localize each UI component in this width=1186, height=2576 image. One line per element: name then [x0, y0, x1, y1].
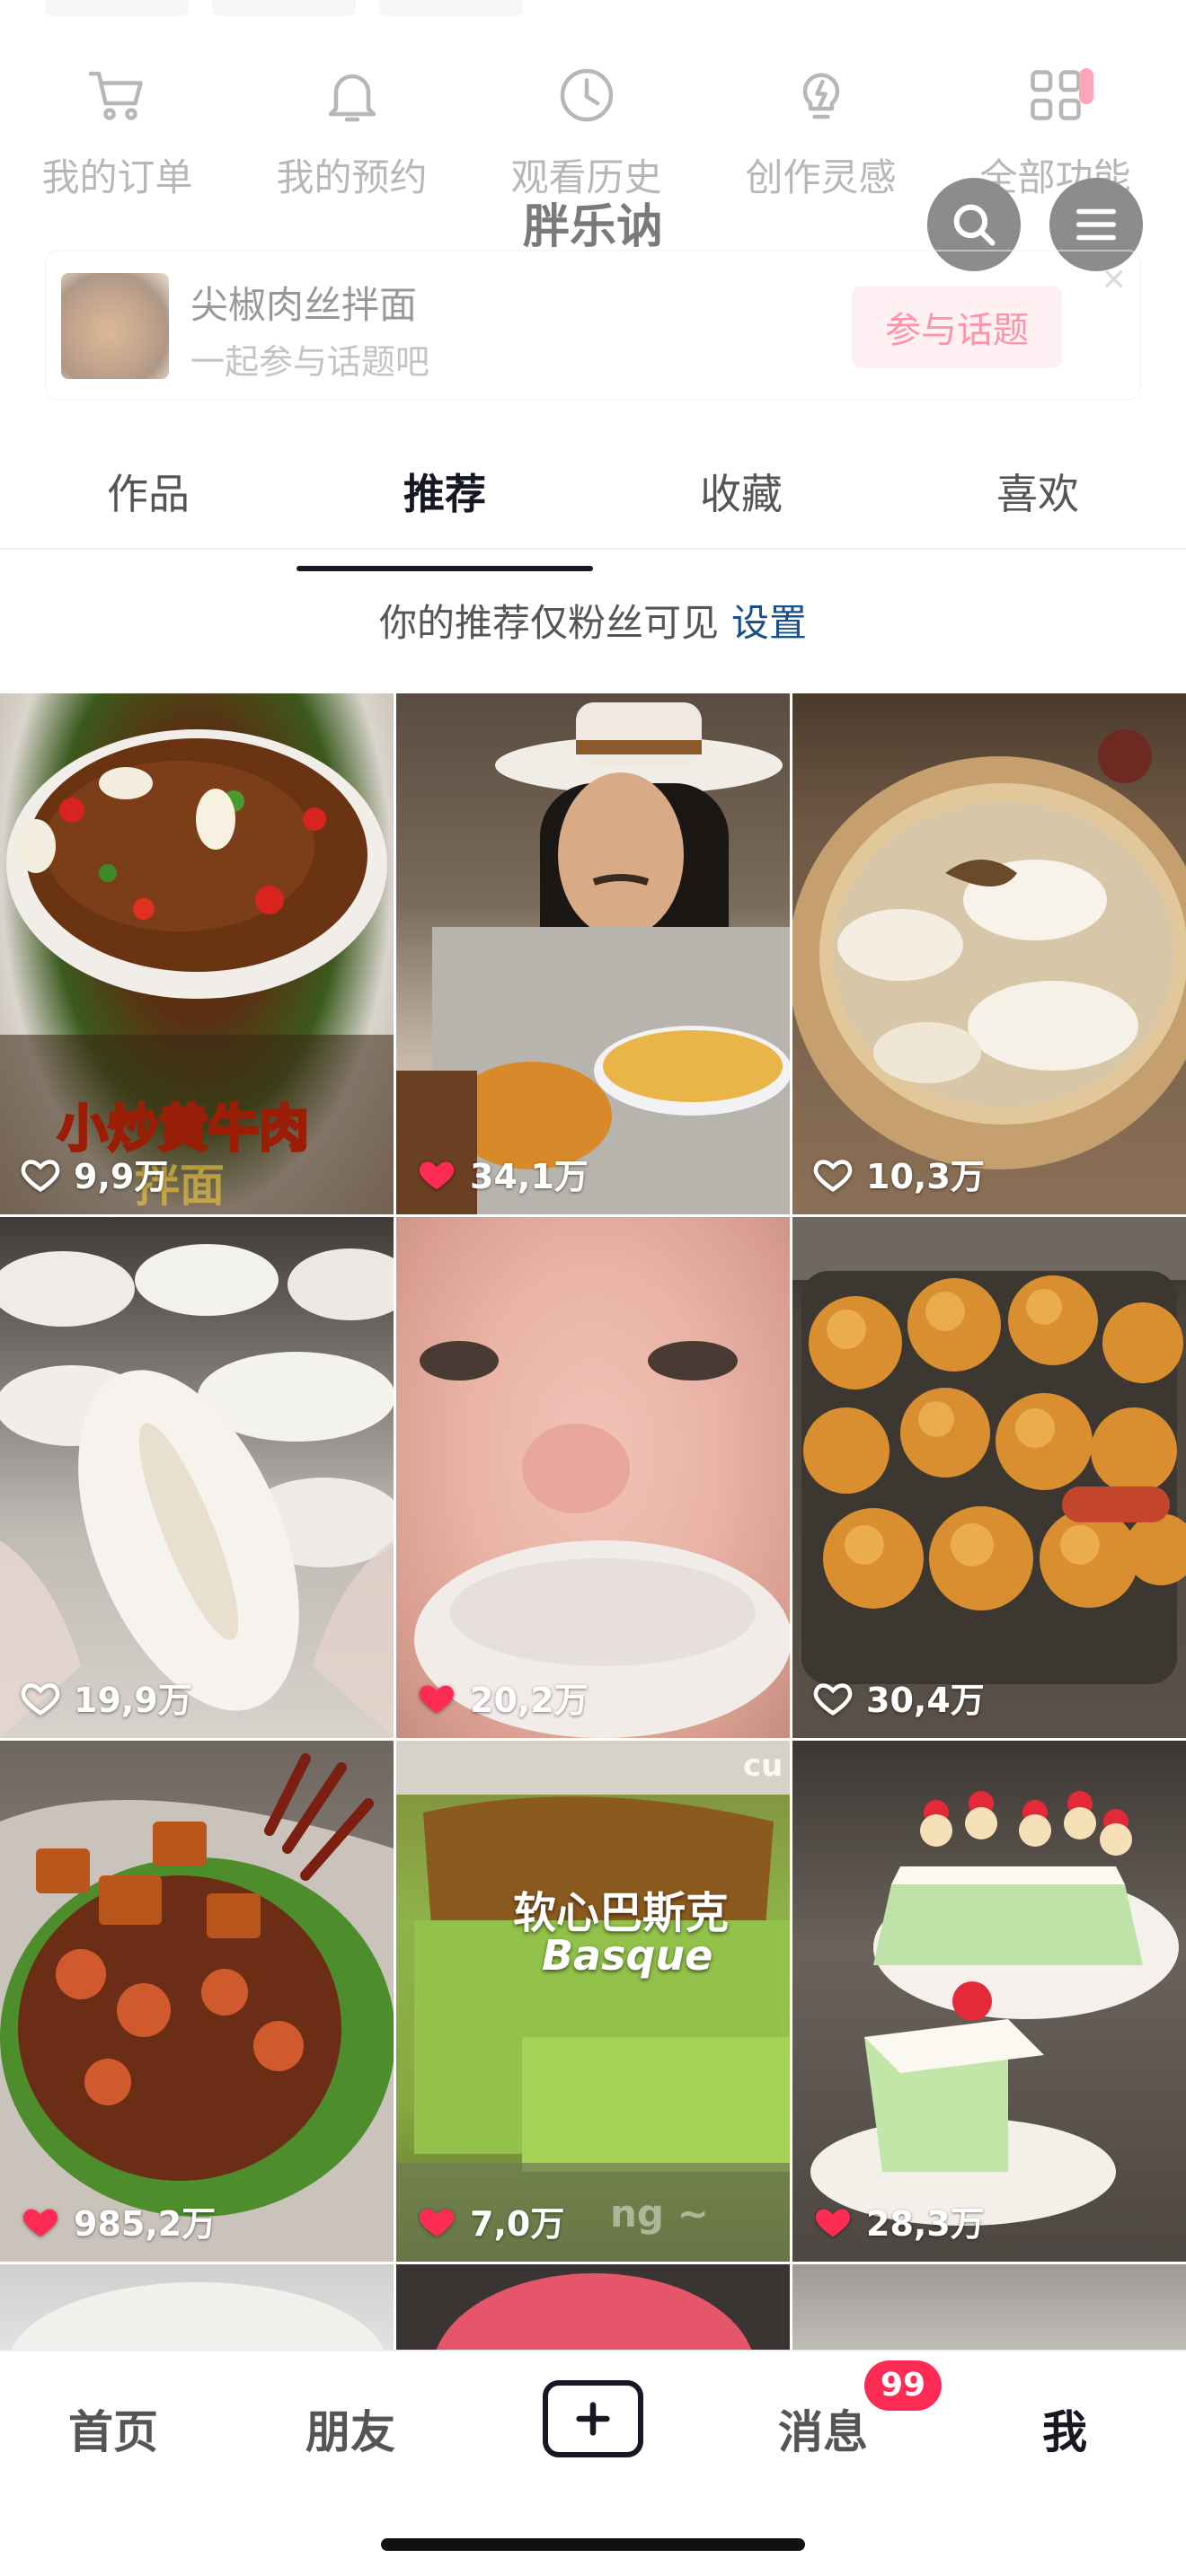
video-overlay-subtitle: Basque — [542, 1931, 713, 1980]
quick-action-reservations[interactable]: 我的预约 — [235, 63, 469, 202]
like-count: 20,2万 — [470, 1681, 589, 1720]
lightbulb-icon — [802, 73, 839, 119]
video-thumbnail — [792, 729, 1186, 1169]
home-indicator — [381, 2538, 805, 2551]
tab-recommend[interactable]: 推荐 — [296, 462, 593, 571]
heart-filled-icon — [419, 1161, 455, 1189]
create-post-button[interactable] — [543, 2380, 643, 2457]
like-count-badge: 30,4万 — [812, 1672, 985, 1722]
like-count-badge: 19,9万 — [20, 1672, 192, 1722]
search-icon — [953, 204, 996, 246]
quick-action-inspiration[interactable]: 创作灵感 — [704, 63, 938, 202]
like-count: 985,2万 — [74, 2204, 217, 2244]
video-thumbnail — [396, 1741, 790, 2262]
like-count: 34,1万 — [470, 1157, 589, 1196]
clock-icon — [560, 68, 613, 122]
like-count-badge: 985,2万 — [20, 2196, 216, 2245]
video-tile[interactable]: 小炒黄牛肉 拌面 9,9万 — [0, 693, 394, 1214]
quick-action-history[interactable]: 观看历史 — [469, 63, 704, 202]
topic-subtitle: 一起参与话题吧 — [190, 342, 430, 382]
video-thumbnail — [0, 1753, 394, 2262]
topic-thumbnail — [61, 273, 169, 379]
heart-filled-icon — [815, 2209, 851, 2236]
notification-dot — [1079, 68, 1093, 104]
plus-icon — [576, 2402, 610, 2436]
heart-outline-icon — [813, 1682, 853, 1716]
heart-outline-icon — [21, 1159, 60, 1192]
like-count: 19,9万 — [74, 1681, 192, 1720]
video-tile[interactable]: 28,3万 — [792, 1741, 1186, 2262]
like-count: 10,3万 — [866, 1157, 985, 1196]
grid-icon — [1030, 70, 1081, 120]
cart-icon — [88, 71, 143, 120]
video-tile[interactable]: 软心巴斯克 Basque ng ~ cu 7,0万 — [396, 1741, 790, 2262]
nav-me[interactable]: 我 — [1042, 2396, 1087, 2461]
profile-tabs: 作品 推荐 收藏 喜欢 — [0, 462, 1186, 571]
video-tile[interactable]: 34,1万 — [396, 693, 790, 1214]
notice-text: 你的推荐仅粉丝可见 — [378, 601, 719, 645]
video-thumbnail — [792, 1217, 1186, 1684]
tab-likes[interactable]: 喜欢 — [890, 462, 1186, 548]
quick-action-orders[interactable]: 我的订单 — [0, 63, 235, 202]
topic-card[interactable]: 尖椒肉丝拌面 一起参与话题吧 参与话题 ✕ — [45, 250, 1141, 401]
bell-icon — [328, 74, 376, 122]
video-thumbnail — [396, 702, 790, 1214]
like-count: 30,4万 — [866, 1681, 985, 1720]
video-tile[interactable]: 20,2万 — [396, 1217, 790, 1738]
video-tile[interactable]: 10,3万 — [792, 693, 1186, 1214]
video-overlay-caption: ng ~ — [610, 2192, 709, 2236]
video-corner-text: cu — [743, 1748, 783, 1784]
nav-home[interactable]: 首页 — [68, 2396, 158, 2461]
hamburger-menu-icon — [1075, 208, 1117, 241]
nav-messages[interactable]: 消息 — [778, 2396, 868, 2461]
quick-actions-row: 我的订单 我的预约 观看历史 创作灵感 全部功能 — [0, 63, 1186, 202]
like-count: 28,3万 — [866, 2204, 985, 2244]
like-count: 9,9万 — [74, 1157, 169, 1196]
heart-filled-icon — [419, 2209, 455, 2236]
like-count-badge: 34,1万 — [416, 1149, 589, 1198]
video-tile[interactable]: 30,4万 — [792, 1217, 1186, 1738]
faded-top-chips — [45, 0, 523, 18]
heart-outline-icon — [813, 1159, 853, 1192]
close-icon[interactable]: ✕ — [1102, 262, 1128, 298]
like-count-badge: 20,2万 — [416, 1672, 589, 1722]
tab-favorites[interactable]: 收藏 — [593, 462, 890, 548]
heart-filled-icon — [22, 2209, 58, 2236]
topic-title: 尖椒肉丝拌面 — [190, 283, 418, 327]
like-count-badge: 9,9万 — [20, 1149, 168, 1198]
like-count: 7,0万 — [470, 2204, 565, 2244]
video-thumbnail — [0, 1244, 394, 1738]
like-count-badge: 10,3万 — [812, 1149, 985, 1198]
video-tile[interactable]: 19,9万 — [0, 1217, 394, 1738]
video-thumbnail — [810, 1791, 1179, 2226]
recommend-notice: 你的推荐仅粉丝可见 设置 — [0, 593, 1186, 648]
like-count-badge: 7,0万 — [416, 2196, 564, 2245]
join-topic-button[interactable]: 参与话题 — [852, 286, 1062, 368]
settings-link[interactable]: 设置 — [731, 601, 807, 645]
heart-filled-icon — [419, 1685, 455, 1713]
video-tile[interactable]: 985,2万 — [0, 1741, 394, 2262]
heart-outline-icon — [21, 1682, 60, 1716]
tab-works[interactable]: 作品 — [0, 462, 296, 548]
nav-friends[interactable]: 朋友 — [305, 2396, 395, 2461]
message-count-badge: 99 — [864, 2360, 942, 2411]
video-thumbnail — [414, 1341, 790, 1738]
like-count-badge: 28,3万 — [812, 2196, 985, 2245]
